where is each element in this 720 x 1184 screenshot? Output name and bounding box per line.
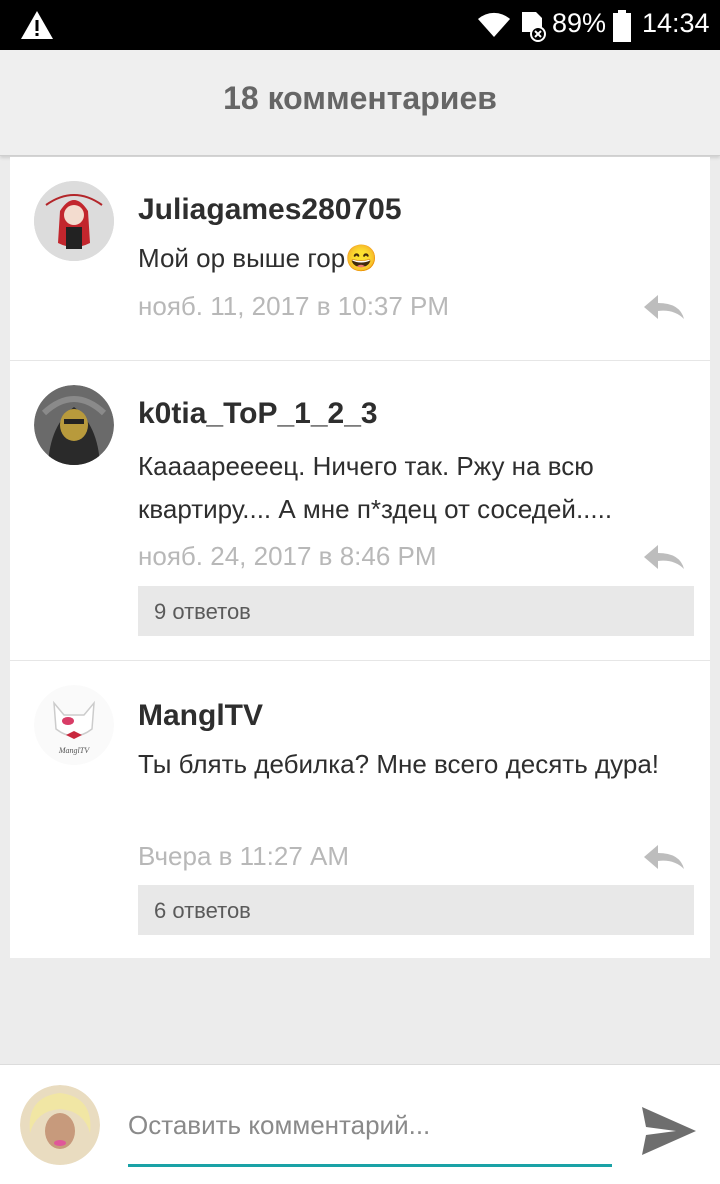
clock: 14:34: [642, 8, 710, 38]
comment-author[interactable]: k0tia_ToP_1_2_3: [138, 397, 378, 431]
reply-icon[interactable]: [642, 293, 686, 321]
replies-button[interactable]: 6 ответов: [138, 885, 694, 935]
status-bar: 89% 14:34: [0, 0, 720, 50]
sd-card-icon: [522, 12, 546, 42]
avatar[interactable]: [34, 181, 114, 261]
comment-input[interactable]: [128, 1103, 612, 1167]
send-icon[interactable]: [640, 1105, 698, 1157]
avatar[interactable]: [34, 385, 114, 465]
comment-composer: [0, 1064, 720, 1184]
comments-header: 18 комментариев: [0, 50, 720, 156]
comment-item: ManglTV ManglTV Ты блять дебилка? Мне вс…: [10, 660, 710, 958]
comment-date: нояб. 24, 2017 в 8:46 PM: [138, 541, 437, 571]
avatar-image: ManglTV: [34, 685, 114, 765]
avatar-image: [34, 385, 114, 465]
reply-icon[interactable]: [642, 543, 686, 571]
comment-text: Мой ор выше гор😄: [138, 237, 678, 280]
emoji: 😄: [345, 243, 378, 273]
comment-author[interactable]: Juliagames280705: [138, 193, 402, 227]
avatar[interactable]: ManglTV: [34, 685, 114, 765]
comment-item: Juliagames280705 Мой ор выше гор😄 нояб. …: [10, 157, 710, 360]
avatar-image: [20, 1085, 100, 1165]
comment-body: Мой ор выше гор: [138, 243, 346, 273]
current-user-avatar: [20, 1085, 100, 1165]
comment-author[interactable]: ManglTV: [138, 699, 263, 733]
comments-list: Juliagames280705 Мой ор выше гор😄 нояб. …: [10, 157, 710, 958]
comment-date: Вчера в 11:27 AM: [138, 841, 350, 871]
replies-button[interactable]: 9 ответов: [138, 586, 694, 636]
battery-percent: 89%: [552, 8, 607, 38]
avatar-logo-text: ManglTV: [58, 746, 90, 755]
reply-icon[interactable]: [642, 843, 686, 871]
comment-date: нояб. 11, 2017 в 10:37 PM: [138, 291, 450, 321]
battery-icon: [613, 10, 631, 42]
comment-text: Ты блять дебилка? Мне всего десять дура!: [138, 749, 660, 779]
page-title: 18 комментариев: [223, 80, 497, 116]
wifi-icon: [478, 12, 510, 37]
comment-text: Кааааpeeeeц. Ничего так. Ржу на всю квар…: [138, 451, 613, 524]
avatar-image: [34, 181, 114, 261]
comment-item: k0tia_ToP_1_2_3 Кааааpeeeeц. Ничего так.…: [10, 360, 710, 660]
warning-icon: [21, 11, 53, 39]
